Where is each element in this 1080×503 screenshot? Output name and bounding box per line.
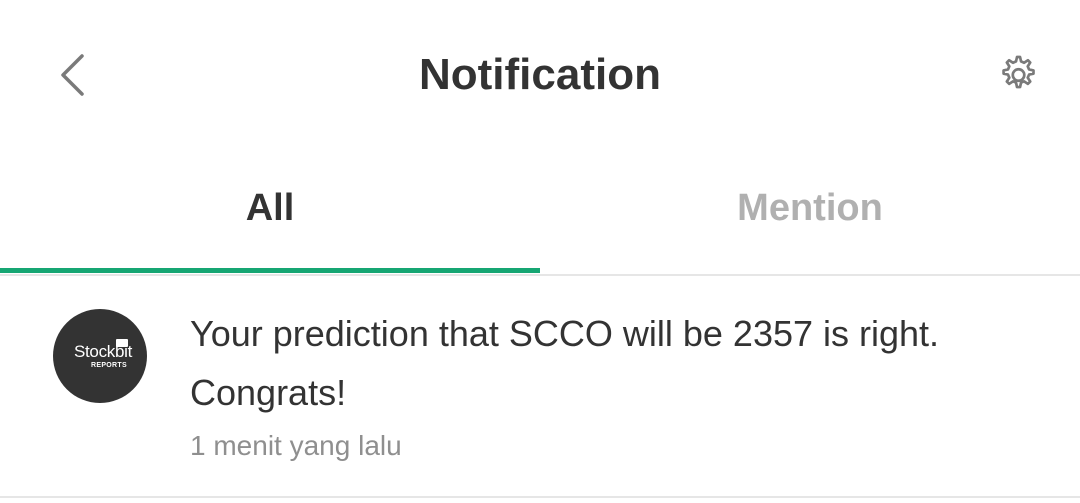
stockbit-logo-mark-icon — [116, 339, 128, 347]
avatar: Stockbit REPORTS — [53, 309, 147, 403]
tab-all[interactable]: All — [0, 148, 540, 274]
avatar-sub: REPORTS — [91, 361, 127, 369]
gear-icon — [1002, 55, 1035, 89]
chevron-left-icon — [61, 54, 84, 96]
back-button[interactable] — [44, 44, 100, 106]
notification-item[interactable]: Stockbit REPORTS Your prediction that SC… — [0, 276, 1080, 498]
notification-message: Your prediction that SCCO will be 2357 i… — [190, 313, 940, 413]
app-bar: Notification — [0, 0, 1080, 148]
settings-button[interactable] — [988, 46, 1046, 104]
notification-time: 1 menit yang lalu — [190, 430, 402, 461]
page-title: Notification — [419, 50, 661, 99]
tab-mention[interactable]: Mention — [540, 148, 1080, 274]
tab-bar: All Mention — [0, 148, 1080, 276]
active-tab-indicator — [0, 268, 540, 273]
